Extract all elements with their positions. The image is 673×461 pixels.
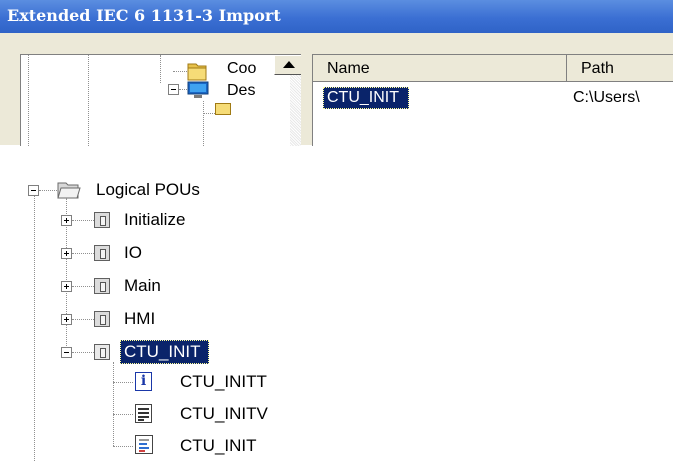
file-list-row-path: C:\Users\ [573,89,640,106]
folder-item-label[interactable]: Des [227,82,255,100]
tree-node-initialize[interactable]: Initialize [124,209,185,231]
tree-guide-line [113,362,114,446]
tree-scrollbar[interactable] [274,55,301,146]
tree-guide-line [72,319,94,320]
tree-guide-line [34,196,35,461]
file-list-row-name[interactable]: CTU_INIT [323,87,409,109]
variables-icon [135,404,152,423]
tree-node-ctu-initt[interactable]: CTU_INITT [180,371,267,393]
open-folder-icon [57,180,81,200]
desktop-icon [187,81,209,99]
collapse-toggle[interactable] [28,185,39,196]
tree-guide-line [203,101,204,146]
tree-node-ctu-init-code[interactable]: CTU_INIT [180,435,257,457]
tree-guide-line [113,382,133,383]
tree-guide-line [72,220,94,221]
tree-guide-line [88,55,89,146]
pou-tree[interactable]: Logical POUs Initialize IO Main HMI CTU_… [0,168,673,461]
collapse-toggle[interactable] [61,347,72,358]
tree-node-io[interactable]: IO [124,242,142,264]
pou-icon [94,245,110,261]
column-header-path[interactable]: Path [567,55,673,82]
pou-icon [94,212,110,228]
tree-node-ctu-initv[interactable]: CTU_INITV [180,403,268,425]
tree-node-hmi[interactable]: HMI [124,308,155,330]
scroll-up-button[interactable] [274,55,301,75]
folder-icon [187,59,207,81]
dialog-title: Extended IEC 6 1131-3 Import [7,6,281,25]
folder-item-label[interactable]: Coo [227,60,256,78]
folder-icon [215,103,231,115]
tree-node-ctu-init[interactable]: CTU_INIT [120,340,209,364]
tree-guide-line [203,113,215,114]
tree-guide-line [28,55,29,146]
tree-guide-line [39,190,57,191]
pou-icon [94,311,110,327]
tree-guide-line [160,55,161,83]
tree-guide-line [173,71,187,72]
file-list-panel[interactable]: Name Path CTU_INIT C:\Users\ [312,54,673,146]
expand-toggle[interactable] [61,314,72,325]
pou-icon [94,278,110,294]
code-worksheet-icon [135,435,153,454]
pou-icon [94,344,110,360]
expand-toggle[interactable] [61,281,72,292]
tree-guide-line [113,446,133,447]
info-icon: i [135,372,152,391]
expand-toggle[interactable] [61,215,72,226]
folder-tree-panel[interactable]: Coo Des [20,54,301,146]
collapse-toggle[interactable] [168,84,179,95]
tree-guide-line [72,286,94,287]
tree-guide-line [72,352,94,353]
tree-guide-line [113,414,133,415]
dialog-titlebar[interactable]: Extended IEC 6 1131-3 Import [0,0,673,33]
tree-guide-line [72,253,94,254]
tree-node-root-label[interactable]: Logical POUs [96,179,200,201]
tree-guide-line [179,89,187,90]
expand-toggle[interactable] [61,248,72,259]
column-header-name[interactable]: Name [313,55,567,82]
tree-node-main[interactable]: Main [124,275,161,297]
